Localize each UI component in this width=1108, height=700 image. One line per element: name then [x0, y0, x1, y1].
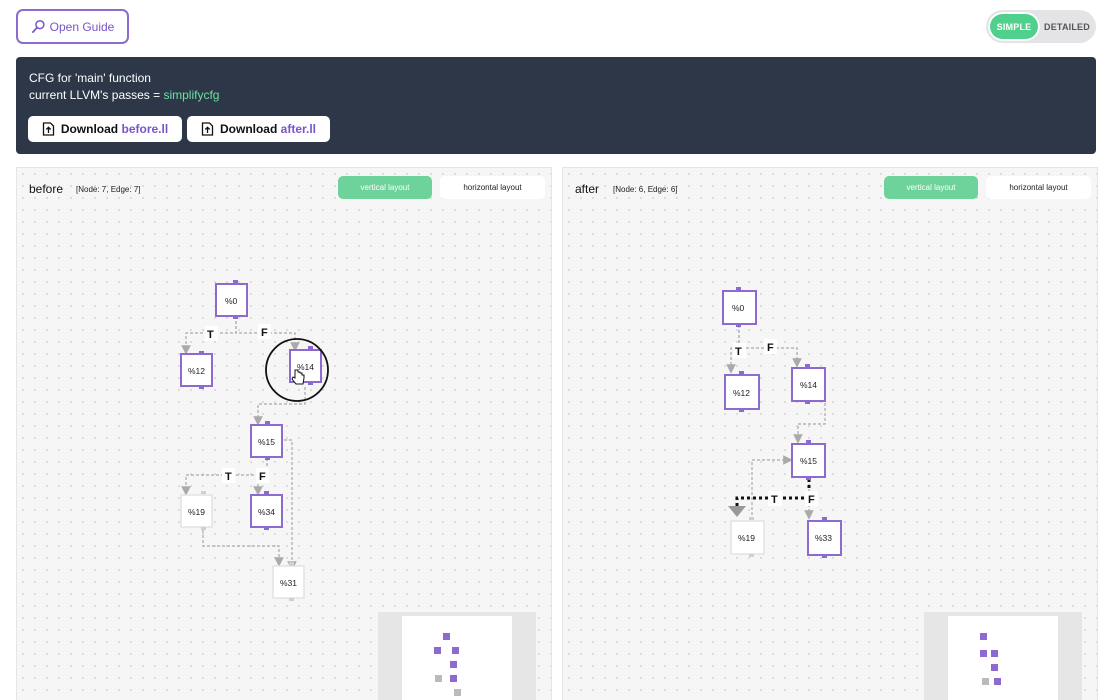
cfg-node-0[interactable]: %0: [215, 280, 248, 319]
download-after-label: Download after.ll: [219, 122, 317, 136]
before-minimap-viewport[interactable]: [402, 616, 512, 700]
cfg-node-12[interactable]: %12: [180, 351, 213, 389]
edge-14-15[interactable]: [793, 403, 826, 444]
cfg-node-19[interactable]: %19: [180, 491, 213, 530]
edge-label-f: F: [808, 494, 815, 506]
before-minimap[interactable]: [378, 612, 536, 700]
edge-label-t: T: [207, 329, 214, 341]
before-panel: before [Node: 7, Edge: 7] vertical layou…: [16, 167, 552, 700]
node-label: %0: [225, 296, 238, 306]
cfg-node-12[interactable]: %12: [724, 371, 760, 412]
cfg-node-14[interactable]: %14: [791, 364, 826, 404]
node-label: %0: [732, 303, 745, 313]
cfg-node-33[interactable]: %33: [807, 517, 842, 558]
edge-label-f: F: [259, 471, 266, 483]
function-title: CFG for 'main' function: [29, 71, 151, 85]
edge-label-f: F: [261, 327, 268, 339]
upload-file-icon: [42, 122, 54, 136]
after-minimap-viewport[interactable]: [948, 616, 1058, 700]
cfg-node-0[interactable]: %0: [722, 287, 757, 327]
node-label: %19: [188, 507, 205, 517]
open-guide-label: Open Guide: [49, 19, 115, 34]
before-minimap-nodes: [434, 633, 461, 696]
after-panel: after [Node: 6, Edge: 6] vertical layout…: [562, 167, 1098, 700]
magnifier-icon: [31, 19, 45, 33]
edge-label-f: F: [767, 342, 774, 354]
edge-label-t: T: [771, 494, 778, 506]
cfg-node-15[interactable]: %15: [791, 440, 826, 480]
cfg-viewer-app: Open Guide SIMPLE DETAILED CFG for 'main…: [0, 0, 1108, 700]
mode-simple-option[interactable]: SIMPLE: [988, 12, 1040, 41]
edge-19-15[interactable]: [751, 455, 793, 520]
edge-label-t: T: [225, 471, 232, 483]
upload-file-icon: [201, 122, 214, 136]
edge-14-15[interactable]: [253, 387, 306, 426]
node-label: %15: [800, 456, 817, 466]
mode-detailed-option[interactable]: DETAILED: [1040, 12, 1094, 41]
node-label: %12: [733, 388, 750, 398]
cfg-node-15[interactable]: %15: [250, 421, 283, 460]
node-label: %15: [258, 437, 275, 447]
edge-arrow-head: [728, 506, 746, 517]
passes-label: current LLVM's passes =: [29, 88, 164, 102]
node-label: %14: [297, 362, 314, 372]
cfg-node-19[interactable]: %19: [730, 517, 765, 557]
node-label: %31: [280, 578, 297, 588]
info-banner: CFG for 'main' function current LLVM's p…: [16, 57, 1096, 154]
cfg-node-34[interactable]: %34: [250, 491, 283, 530]
after-minimap-nodes: [980, 633, 1001, 685]
view-mode-toggle[interactable]: SIMPLE DETAILED: [986, 10, 1096, 43]
open-guide-button[interactable]: Open Guide: [16, 9, 129, 44]
after-minimap[interactable]: [924, 612, 1082, 700]
download-after-button[interactable]: Download after.ll: [187, 116, 330, 142]
pass-name: simplifycfg: [163, 88, 220, 102]
download-before-label: Download before.ll: [60, 122, 169, 136]
node-label: %12: [188, 366, 205, 376]
download-before-button[interactable]: Download before.ll: [28, 116, 182, 142]
cfg-node-31[interactable]: %31: [272, 562, 305, 601]
node-label: %34: [258, 507, 275, 517]
edge-19-31[interactable]: [202, 530, 284, 567]
passes-line: current LLVM's passes = simplifycfg: [29, 88, 219, 102]
edge-label-t: T: [735, 346, 742, 358]
node-label: %19: [738, 533, 755, 543]
node-label: %33: [815, 533, 832, 543]
node-label: %14: [800, 380, 817, 390]
